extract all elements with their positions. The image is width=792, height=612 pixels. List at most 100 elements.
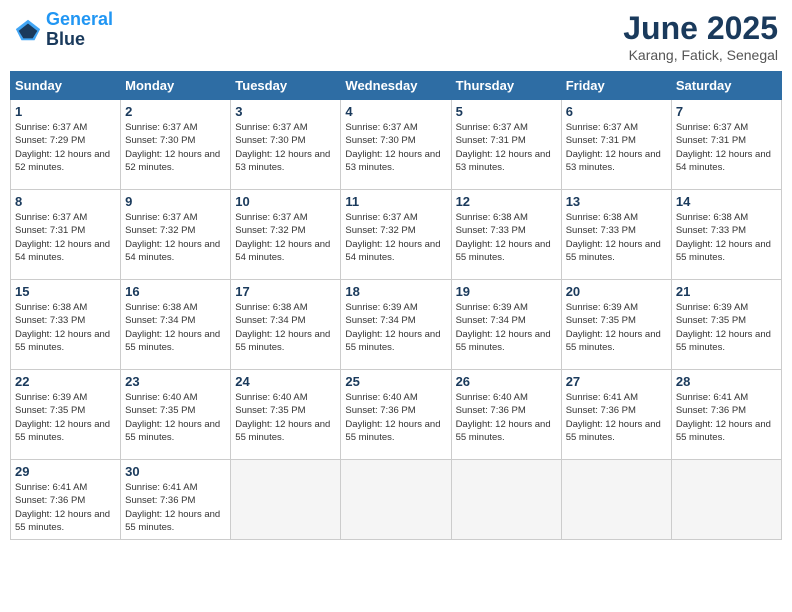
day-info: Sunrise: 6:40 AM Sunset: 7:36 PM Dayligh… [456,391,557,444]
day-info: Sunrise: 6:37 AM Sunset: 7:32 PM Dayligh… [125,211,226,264]
day-info: Sunrise: 6:38 AM Sunset: 7:33 PM Dayligh… [676,211,777,264]
calendar-cell: 8 Sunrise: 6:37 AM Sunset: 7:31 PM Dayli… [11,190,121,280]
location: Karang, Fatick, Senegal [623,47,778,63]
calendar-cell [451,460,561,540]
calendar-cell: 5 Sunrise: 6:37 AM Sunset: 7:31 PM Dayli… [451,100,561,190]
weekday-header-row: Sunday Monday Tuesday Wednesday Thursday… [11,72,782,100]
calendar-cell: 23 Sunrise: 6:40 AM Sunset: 7:35 PM Dayl… [121,370,231,460]
header-saturday: Saturday [671,72,781,100]
header-wednesday: Wednesday [341,72,451,100]
day-info: Sunrise: 6:39 AM Sunset: 7:35 PM Dayligh… [566,301,667,354]
calendar-week-row: 8 Sunrise: 6:37 AM Sunset: 7:31 PM Dayli… [11,190,782,280]
logo-icon [14,16,42,44]
calendar-cell: 29 Sunrise: 6:41 AM Sunset: 7:36 PM Dayl… [11,460,121,540]
day-number: 16 [125,284,226,299]
day-info: Sunrise: 6:38 AM Sunset: 7:34 PM Dayligh… [235,301,336,354]
day-number: 24 [235,374,336,389]
day-info: Sunrise: 6:39 AM Sunset: 7:34 PM Dayligh… [345,301,446,354]
day-number: 26 [456,374,557,389]
day-number: 22 [15,374,116,389]
calendar-cell: 4 Sunrise: 6:37 AM Sunset: 7:30 PM Dayli… [341,100,451,190]
day-info: Sunrise: 6:38 AM Sunset: 7:33 PM Dayligh… [456,211,557,264]
day-number: 7 [676,104,777,119]
day-number: 30 [125,464,226,479]
calendar-cell: 25 Sunrise: 6:40 AM Sunset: 7:36 PM Dayl… [341,370,451,460]
calendar-cell: 27 Sunrise: 6:41 AM Sunset: 7:36 PM Dayl… [561,370,671,460]
title-area: June 2025 Karang, Fatick, Senegal [623,10,778,63]
day-info: Sunrise: 6:40 AM Sunset: 7:35 PM Dayligh… [125,391,226,444]
calendar-cell: 11 Sunrise: 6:37 AM Sunset: 7:32 PM Dayl… [341,190,451,280]
day-info: Sunrise: 6:38 AM Sunset: 7:33 PM Dayligh… [566,211,667,264]
day-info: Sunrise: 6:39 AM Sunset: 7:35 PM Dayligh… [15,391,116,444]
day-info: Sunrise: 6:37 AM Sunset: 7:32 PM Dayligh… [345,211,446,264]
calendar-cell [561,460,671,540]
calendar-cell: 14 Sunrise: 6:38 AM Sunset: 7:33 PM Dayl… [671,190,781,280]
day-number: 1 [15,104,116,119]
day-info: Sunrise: 6:37 AM Sunset: 7:31 PM Dayligh… [676,121,777,174]
day-number: 29 [15,464,116,479]
calendar-cell: 24 Sunrise: 6:40 AM Sunset: 7:35 PM Dayl… [231,370,341,460]
day-number: 4 [345,104,446,119]
calendar-cell: 9 Sunrise: 6:37 AM Sunset: 7:32 PM Dayli… [121,190,231,280]
day-info: Sunrise: 6:40 AM Sunset: 7:35 PM Dayligh… [235,391,336,444]
calendar-cell: 1 Sunrise: 6:37 AM Sunset: 7:29 PM Dayli… [11,100,121,190]
calendar-cell: 17 Sunrise: 6:38 AM Sunset: 7:34 PM Dayl… [231,280,341,370]
day-number: 14 [676,194,777,209]
calendar-cell: 6 Sunrise: 6:37 AM Sunset: 7:31 PM Dayli… [561,100,671,190]
calendar-cell: 19 Sunrise: 6:39 AM Sunset: 7:34 PM Dayl… [451,280,561,370]
page-header: GeneralBlue June 2025 Karang, Fatick, Se… [10,10,782,63]
calendar-cell: 15 Sunrise: 6:38 AM Sunset: 7:33 PM Dayl… [11,280,121,370]
calendar-cell: 16 Sunrise: 6:38 AM Sunset: 7:34 PM Dayl… [121,280,231,370]
day-number: 13 [566,194,667,209]
calendar-cell [671,460,781,540]
day-number: 8 [15,194,116,209]
day-info: Sunrise: 6:40 AM Sunset: 7:36 PM Dayligh… [345,391,446,444]
day-number: 12 [456,194,557,209]
day-number: 3 [235,104,336,119]
day-number: 28 [676,374,777,389]
day-info: Sunrise: 6:39 AM Sunset: 7:35 PM Dayligh… [676,301,777,354]
calendar-cell: 13 Sunrise: 6:38 AM Sunset: 7:33 PM Dayl… [561,190,671,280]
calendar-cell: 7 Sunrise: 6:37 AM Sunset: 7:31 PM Dayli… [671,100,781,190]
day-info: Sunrise: 6:39 AM Sunset: 7:34 PM Dayligh… [456,301,557,354]
calendar-table: Sunday Monday Tuesday Wednesday Thursday… [10,71,782,540]
day-info: Sunrise: 6:37 AM Sunset: 7:30 PM Dayligh… [125,121,226,174]
calendar-week-row: 22 Sunrise: 6:39 AM Sunset: 7:35 PM Dayl… [11,370,782,460]
day-info: Sunrise: 6:37 AM Sunset: 7:30 PM Dayligh… [345,121,446,174]
day-info: Sunrise: 6:37 AM Sunset: 7:31 PM Dayligh… [15,211,116,264]
day-info: Sunrise: 6:41 AM Sunset: 7:36 PM Dayligh… [676,391,777,444]
calendar-cell: 28 Sunrise: 6:41 AM Sunset: 7:36 PM Dayl… [671,370,781,460]
day-number: 11 [345,194,446,209]
day-info: Sunrise: 6:37 AM Sunset: 7:31 PM Dayligh… [566,121,667,174]
calendar-cell: 18 Sunrise: 6:39 AM Sunset: 7:34 PM Dayl… [341,280,451,370]
day-info: Sunrise: 6:37 AM Sunset: 7:32 PM Dayligh… [235,211,336,264]
calendar-week-row: 1 Sunrise: 6:37 AM Sunset: 7:29 PM Dayli… [11,100,782,190]
day-number: 19 [456,284,557,299]
calendar-week-row: 15 Sunrise: 6:38 AM Sunset: 7:33 PM Dayl… [11,280,782,370]
calendar-cell: 3 Sunrise: 6:37 AM Sunset: 7:30 PM Dayli… [231,100,341,190]
day-info: Sunrise: 6:41 AM Sunset: 7:36 PM Dayligh… [125,481,226,534]
header-tuesday: Tuesday [231,72,341,100]
logo: GeneralBlue [14,10,113,50]
calendar-cell: 12 Sunrise: 6:38 AM Sunset: 7:33 PM Dayl… [451,190,561,280]
calendar-cell [341,460,451,540]
day-info: Sunrise: 6:41 AM Sunset: 7:36 PM Dayligh… [566,391,667,444]
day-number: 10 [235,194,336,209]
day-number: 6 [566,104,667,119]
calendar-cell: 20 Sunrise: 6:39 AM Sunset: 7:35 PM Dayl… [561,280,671,370]
day-number: 2 [125,104,226,119]
day-number: 9 [125,194,226,209]
day-number: 17 [235,284,336,299]
header-sunday: Sunday [11,72,121,100]
calendar-cell: 21 Sunrise: 6:39 AM Sunset: 7:35 PM Dayl… [671,280,781,370]
day-info: Sunrise: 6:37 AM Sunset: 7:31 PM Dayligh… [456,121,557,174]
day-info: Sunrise: 6:38 AM Sunset: 7:34 PM Dayligh… [125,301,226,354]
calendar-cell: 30 Sunrise: 6:41 AM Sunset: 7:36 PM Dayl… [121,460,231,540]
header-friday: Friday [561,72,671,100]
logo-text: GeneralBlue [46,10,113,50]
day-number: 5 [456,104,557,119]
day-number: 15 [15,284,116,299]
day-number: 20 [566,284,667,299]
day-number: 23 [125,374,226,389]
day-info: Sunrise: 6:38 AM Sunset: 7:33 PM Dayligh… [15,301,116,354]
